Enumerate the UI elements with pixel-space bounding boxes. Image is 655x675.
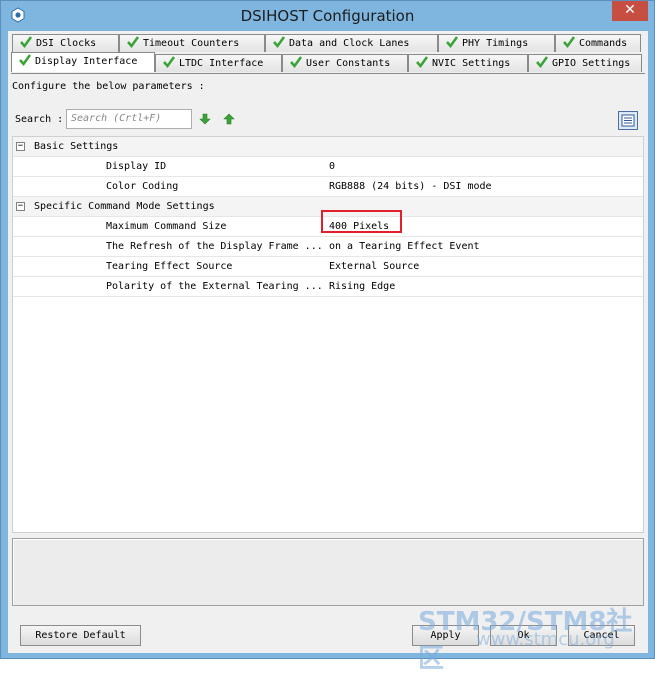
param-name: Color Coding <box>106 181 179 192</box>
tab-label: DSI Clocks <box>36 38 97 49</box>
param-row[interactable]: Polarity of the External Tearing ... Ris… <box>13 277 643 297</box>
list-icon <box>621 114 635 127</box>
client-area: DSI Clocks Timeout Counters Data and Clo… <box>8 31 648 674</box>
collapse-icon[interactable]: − <box>16 142 25 151</box>
arrow-down-icon[interactable] <box>199 113 211 125</box>
check-icon <box>273 36 286 49</box>
check-icon <box>416 56 429 69</box>
param-row[interactable]: The Refresh of the Display Frame ... on … <box>13 237 643 257</box>
param-name: Display ID <box>106 161 167 172</box>
group-label: Basic Settings <box>34 141 119 152</box>
param-name: The Refresh of the Display Frame ... <box>106 241 323 252</box>
tab-label: Data and Clock Lanes <box>289 38 410 49</box>
restore-default-button[interactable]: Restore Default <box>20 625 141 646</box>
tab-label: Display Interface <box>35 56 138 67</box>
expand-all-button[interactable] <box>618 111 638 130</box>
arrow-up-icon[interactable] <box>223 113 235 125</box>
param-value[interactable]: on a Tearing Effect Event <box>329 241 480 252</box>
tab-divider <box>11 73 645 74</box>
tab-phy-timings[interactable]: PHY Timings <box>438 34 555 52</box>
description-panel <box>12 538 644 606</box>
check-icon <box>20 36 33 49</box>
instruction-text: Configure the below parameters : <box>12 81 205 92</box>
tab-label: NVIC Settings <box>432 58 511 69</box>
param-value[interactable]: Rising Edge <box>329 281 395 292</box>
tab-label: User Constants <box>306 58 391 69</box>
check-icon <box>446 36 459 49</box>
window-title: DSIHOST Configuration <box>240 7 415 25</box>
check-icon <box>127 36 140 49</box>
tab-gpio-settings[interactable]: GPIO Settings <box>528 54 642 72</box>
param-name: Maximum Command Size <box>106 221 227 232</box>
group-label: Specific Command Mode Settings <box>34 201 215 212</box>
param-value[interactable]: External Source <box>329 261 419 272</box>
watermark-url: www.stmcu.org <box>476 629 615 650</box>
check-icon <box>19 54 32 67</box>
param-name: Polarity of the External Tearing ... <box>106 281 323 292</box>
tab-label: Timeout Counters <box>143 38 240 49</box>
tab-timeout-counters[interactable]: Timeout Counters <box>119 34 265 52</box>
param-name: Tearing Effect Source <box>106 261 233 272</box>
tab-label: GPIO Settings <box>552 58 631 69</box>
group-basic-settings[interactable]: − Basic Settings <box>13 137 643 157</box>
tab-label: PHY Timings <box>462 38 529 49</box>
check-icon <box>563 36 576 49</box>
check-icon <box>163 56 176 69</box>
tab-data-and-clock-lanes[interactable]: Data and Clock Lanes <box>265 34 438 52</box>
tab-dsi-clocks[interactable]: DSI Clocks <box>12 34 119 52</box>
close-button[interactable]: ✕ <box>612 1 648 21</box>
param-row[interactable]: Display ID 0 <box>13 157 643 177</box>
tab-nvic-settings[interactable]: NVIC Settings <box>408 54 528 72</box>
param-row[interactable]: Tearing Effect Source External Source <box>13 257 643 277</box>
title-bar[interactable]: DSIHOST Configuration ✕ <box>1 1 654 31</box>
tab-commands[interactable]: Commands <box>555 34 641 52</box>
param-value[interactable]: RGB888 (24 bits) - DSI mode <box>329 181 492 192</box>
tab-label: Commands <box>579 38 628 49</box>
highlight-box <box>321 210 402 233</box>
check-icon <box>290 56 303 69</box>
param-value[interactable]: 0 <box>329 161 335 172</box>
parameter-tree: − Basic Settings Display ID 0 Color Codi… <box>12 136 644 533</box>
search-input[interactable]: Search (Crtl+F) <box>66 109 192 129</box>
tab-ltdc-interface[interactable]: LTDC Interface <box>155 54 282 72</box>
param-row[interactable]: Color Coding RGB888 (24 bits) - DSI mode <box>13 177 643 197</box>
tab-user-constants[interactable]: User Constants <box>282 54 408 72</box>
collapse-icon[interactable]: − <box>16 202 25 211</box>
tab-display-interface[interactable]: Display Interface <box>11 52 155 72</box>
check-icon <box>536 56 549 69</box>
tab-label: LTDC Interface <box>179 58 264 69</box>
search-label: Search : <box>15 114 64 125</box>
dsihost-config-window: DSIHOST Configuration ✕ DSI Clocks Timeo… <box>0 0 655 674</box>
